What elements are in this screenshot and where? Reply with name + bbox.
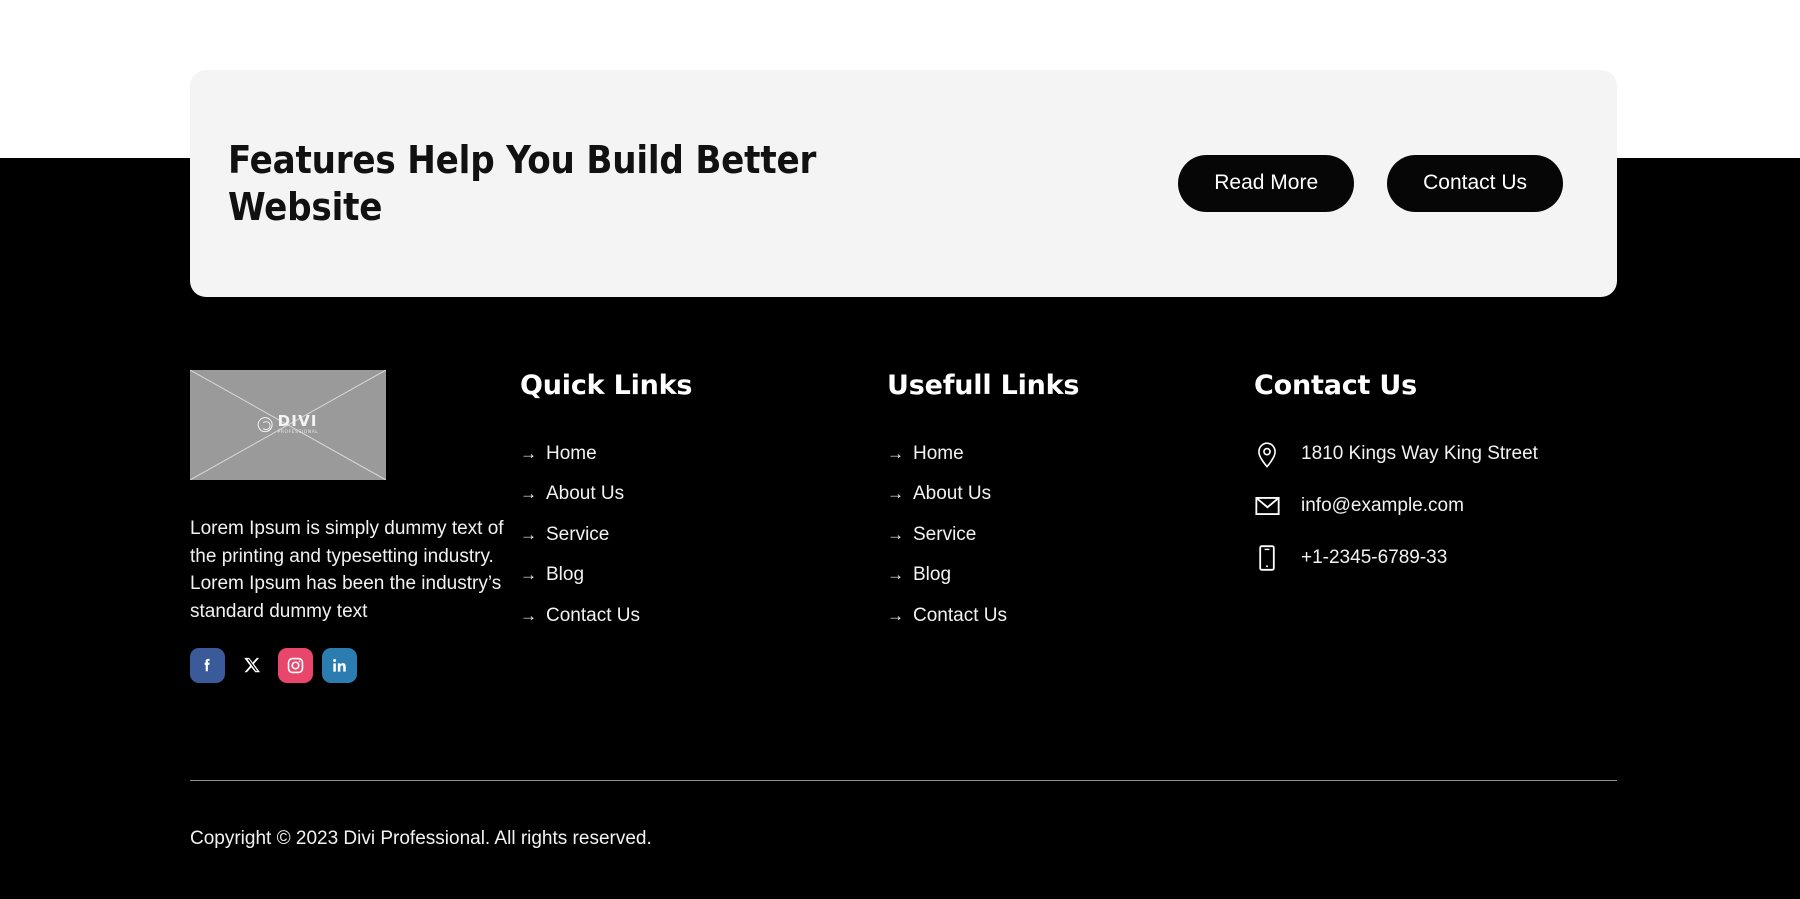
quick-link-blog[interactable]: → Blog [520, 560, 887, 589]
arrow-right-icon: → [520, 605, 537, 625]
arrow-right-icon: → [520, 565, 537, 585]
list-item: → Blog [887, 560, 1254, 589]
link-label: About Us [546, 483, 625, 505]
quick-link-about-us[interactable]: → About Us [520, 479, 887, 508]
link-label: Contact Us [546, 604, 640, 626]
footer-columns: DIVI PROFESSIONAL Lorem Ipsum is simply … [190, 370, 1617, 683]
arrow-right-icon: → [520, 484, 537, 504]
link-label: Home [913, 443, 964, 464]
copyright-text: Copyright © 2023 Divi Professional. All … [190, 828, 652, 849]
arrow-right-icon: → [887, 484, 904, 504]
usefull-link-blog[interactable]: → Blog [887, 560, 1254, 589]
link-label: Service [546, 523, 610, 545]
read-more-button[interactable]: Read More [1178, 155, 1355, 212]
usefull-link-contact-us[interactable]: → Contact Us [887, 601, 1254, 630]
arrow-right-icon: → [520, 524, 537, 544]
contact-phone-text: +1-2345-6789-33 [1301, 546, 1448, 568]
social-links [190, 647, 520, 683]
arrow-right-icon: → [887, 524, 904, 544]
contact-title: Contact Us [1254, 370, 1418, 401]
divi-logo-word: DIVI [277, 412, 318, 431]
instagram-icon[interactable] [278, 647, 313, 683]
cta-card: Features Help You Build Better Website R… [190, 70, 1617, 297]
quick-links-column: Quick Links → Home → About Us → Service … [520, 370, 887, 641]
divi-logo-subtitle: PROFESSIONAL [277, 430, 319, 436]
usefull-links-list: → Home → About Us → Service → Blog → Con… [887, 439, 1254, 630]
quick-link-service[interactable]: → Service [520, 520, 887, 549]
facebook-icon[interactable] [190, 647, 225, 683]
contact-email-item: info@example.com [1254, 491, 1617, 521]
contact-address-text: 1810 Kings Way King Street [1301, 442, 1538, 464]
quick-links-list: → Home → About Us → Service → Blog → Con… [520, 439, 887, 630]
usefull-links-column: Usefull Links → Home → About Us → Servic… [887, 370, 1254, 641]
contact-us-button[interactable]: Contact Us [1387, 155, 1563, 212]
arrow-right-icon: → [887, 444, 904, 463]
arrow-right-icon: → [520, 444, 537, 463]
mobile-phone-icon [1254, 543, 1280, 573]
cta-title: Features Help You Build Better Website [228, 137, 817, 229]
link-label: Service [913, 523, 977, 545]
list-item: → Service [887, 520, 1254, 549]
map-pin-icon [1254, 439, 1280, 469]
list-item: → Contact Us [887, 601, 1254, 630]
contact-column: Contact Us 1810 Kings Way King Street in… [1254, 370, 1617, 595]
usefull-links-title: Usefull Links [887, 370, 1080, 401]
usefull-link-service[interactable]: → Service [887, 520, 1254, 549]
broken-image-placeholder: DIVI PROFESSIONAL [190, 370, 386, 480]
quick-link-home[interactable]: → Home [520, 439, 887, 468]
list-item: → Contact Us [520, 601, 887, 630]
usefull-link-home[interactable]: → Home [887, 439, 1254, 468]
linkedin-icon[interactable] [322, 647, 357, 683]
divi-logo: DIVI PROFESSIONAL [257, 414, 319, 436]
envelope-icon [1254, 491, 1280, 521]
brand-description: Lorem Ipsum is simply dummy text of the … [190, 518, 504, 623]
quick-links-title: Quick Links [520, 370, 693, 401]
contact-list: 1810 Kings Way King Street info@example.… [1254, 439, 1617, 573]
link-label: Contact Us [913, 604, 1007, 626]
link-label: About Us [913, 483, 992, 505]
list-item: → Blog [520, 560, 887, 589]
list-item: → Home [887, 439, 1254, 468]
page-root: Features Help You Build Better Website R… [0, 0, 1800, 899]
link-label: Blog [546, 564, 585, 586]
contact-email-text: info@example.com [1301, 494, 1464, 516]
list-item: → About Us [520, 479, 887, 508]
arrow-right-icon: → [887, 565, 904, 585]
usefull-link-about-us[interactable]: → About Us [887, 479, 1254, 508]
link-label: Blog [913, 564, 952, 586]
x-twitter-icon[interactable] [234, 647, 269, 683]
list-item: → Service [520, 520, 887, 549]
contact-address-item: 1810 Kings Way King Street [1254, 439, 1617, 469]
quick-link-contact-us[interactable]: → Contact Us [520, 601, 887, 630]
footer-brand-column: DIVI PROFESSIONAL Lorem Ipsum is simply … [190, 370, 520, 683]
divi-spiral-icon [257, 417, 273, 433]
footer-divider [190, 780, 1617, 781]
divi-logo-text: DIVI PROFESSIONAL [278, 414, 319, 436]
link-label: Home [546, 443, 597, 464]
list-item: → Home [520, 439, 887, 468]
cta-actions: Read More Contact Us [1178, 155, 1563, 212]
arrow-right-icon: → [887, 605, 904, 625]
contact-phone-item: +1-2345-6789-33 [1254, 543, 1617, 573]
list-item: → About Us [887, 479, 1254, 508]
